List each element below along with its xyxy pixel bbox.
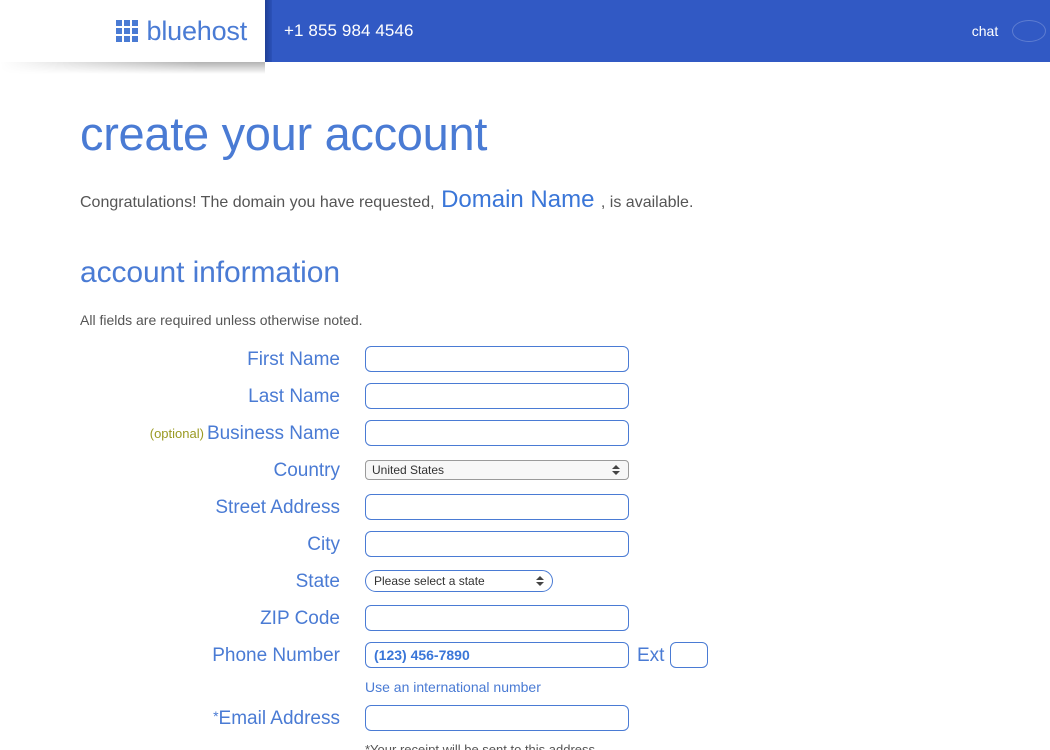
form-row-state: State Please select a state xyxy=(80,563,1050,600)
label-first-name: First Name xyxy=(247,348,340,370)
form-row-zip-code: ZIP Code xyxy=(80,600,1050,637)
site-header: bluehost +1 855 984 4546 chat xyxy=(0,0,1050,74)
form-row-last-name: Last Name xyxy=(80,378,1050,415)
form-row-phone-number: Phone Number Ext xyxy=(80,637,1050,674)
label-street-address: Street Address xyxy=(215,496,340,518)
email-address-input[interactable] xyxy=(365,705,629,732)
first-name-input[interactable] xyxy=(365,346,629,373)
congrats-prefix: Congratulations! The domain you have req… xyxy=(80,194,435,211)
label-business-name: (optional) Business Name xyxy=(80,424,365,443)
chat-label: chat xyxy=(971,23,999,39)
email-receipt-note: *Your receipt will be sent to this addre… xyxy=(365,742,599,750)
chat-bubble-icon xyxy=(1012,20,1046,42)
phone-number-input[interactable] xyxy=(365,642,629,669)
business-name-input[interactable] xyxy=(365,420,629,447)
form-row-city: City xyxy=(80,526,1050,563)
label-zip-code: ZIP Code xyxy=(260,607,340,629)
label-country: Country xyxy=(273,459,340,481)
page-title: create your account xyxy=(80,107,488,160)
form-row-business-name: (optional) Business Name xyxy=(80,415,1050,452)
page-content: create your account Congratulations! The… xyxy=(0,62,1050,750)
logo-text: bluehost xyxy=(146,15,248,46)
chat-button[interactable]: chat xyxy=(920,0,1050,62)
last-name-input[interactable] xyxy=(365,383,629,410)
city-input[interactable] xyxy=(365,531,629,558)
label-email-address-text: Email Address xyxy=(218,707,340,729)
country-select-wrap: United States xyxy=(365,460,629,481)
header-tab-edge xyxy=(265,0,272,62)
state-select-wrap: Please select a state xyxy=(365,570,553,593)
section-title-account-information: account information xyxy=(80,256,340,289)
label-business-name-text: Business Name xyxy=(206,422,340,444)
label-state: State xyxy=(295,570,340,592)
grid-squares-icon xyxy=(115,20,138,42)
label-email-address: *Email Address xyxy=(80,709,365,728)
international-number-link[interactable]: Use an international number xyxy=(365,680,541,694)
country-select[interactable]: United States xyxy=(365,460,629,481)
ext-input[interactable] xyxy=(670,642,709,669)
domain-name: Domain Name xyxy=(441,186,595,213)
required-fields-note: All fields are required unless otherwise… xyxy=(80,311,363,328)
congratulations-message: Congratulations! The domain you have req… xyxy=(80,188,1050,212)
form-row-street-address: Street Address xyxy=(80,489,1050,526)
international-number-row: Use an international number xyxy=(80,674,1050,700)
email-note-row: *Your receipt will be sent to this addre… xyxy=(80,737,1050,750)
state-select[interactable]: Please select a state xyxy=(365,570,553,593)
congrats-suffix: , is available. xyxy=(600,194,694,211)
logo-tab: bluehost xyxy=(0,0,265,62)
logo-link[interactable]: bluehost xyxy=(115,15,248,46)
label-city: City xyxy=(307,533,340,555)
zip-code-input[interactable] xyxy=(365,605,629,632)
label-phone-number: Phone Number xyxy=(212,644,340,666)
header-phone-link[interactable]: +1 855 984 4546 xyxy=(284,0,414,62)
street-address-input[interactable] xyxy=(365,494,629,521)
label-ext: Ext xyxy=(637,644,665,666)
form-row-first-name: First Name xyxy=(80,341,1050,378)
form-row-country: Country United States xyxy=(80,452,1050,489)
label-last-name: Last Name xyxy=(248,385,340,407)
optional-tag: (optional) xyxy=(149,426,204,442)
form-row-email-address: *Email Address xyxy=(80,700,1050,737)
account-information-form: First Name Last Name (optional) Business … xyxy=(80,341,1050,750)
